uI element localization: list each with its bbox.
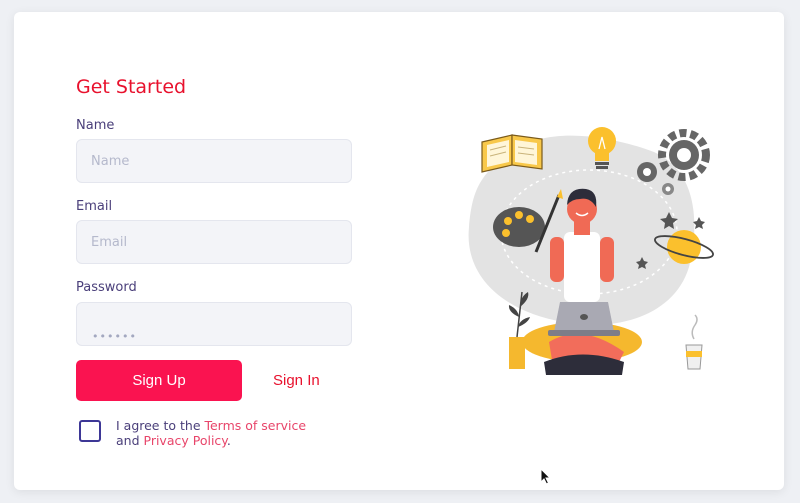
- password-label: Password: [76, 280, 137, 295]
- email-label: Email: [76, 199, 113, 214]
- signup-card: Get Started Name Email Password •••••• S…: [14, 12, 784, 490]
- agree-text: I agree to the Terms of service and Priv…: [116, 418, 346, 448]
- coffee-cup-icon: [685, 314, 703, 370]
- sign-up-button[interactable]: Sign Up: [76, 360, 242, 401]
- agree-checkbox[interactable]: [79, 420, 101, 442]
- privacy-policy-link[interactable]: Privacy Policy: [144, 433, 227, 448]
- agree-suffix: .: [226, 433, 231, 448]
- name-label: Name: [76, 118, 115, 133]
- person-with-laptop-illustration: [468, 127, 714, 375]
- email-input[interactable]: [76, 220, 352, 264]
- mouse-cursor-icon: [540, 468, 552, 485]
- page-title: Get Started: [76, 76, 187, 98]
- sign-in-link[interactable]: Sign In: [273, 372, 320, 389]
- terms-of-service-link[interactable]: Terms of service: [204, 418, 306, 433]
- agree-prefix: I agree to the: [116, 418, 205, 433]
- password-value: ••••••: [92, 330, 137, 343]
- agree-and: and: [116, 433, 144, 448]
- name-input[interactable]: [76, 139, 352, 183]
